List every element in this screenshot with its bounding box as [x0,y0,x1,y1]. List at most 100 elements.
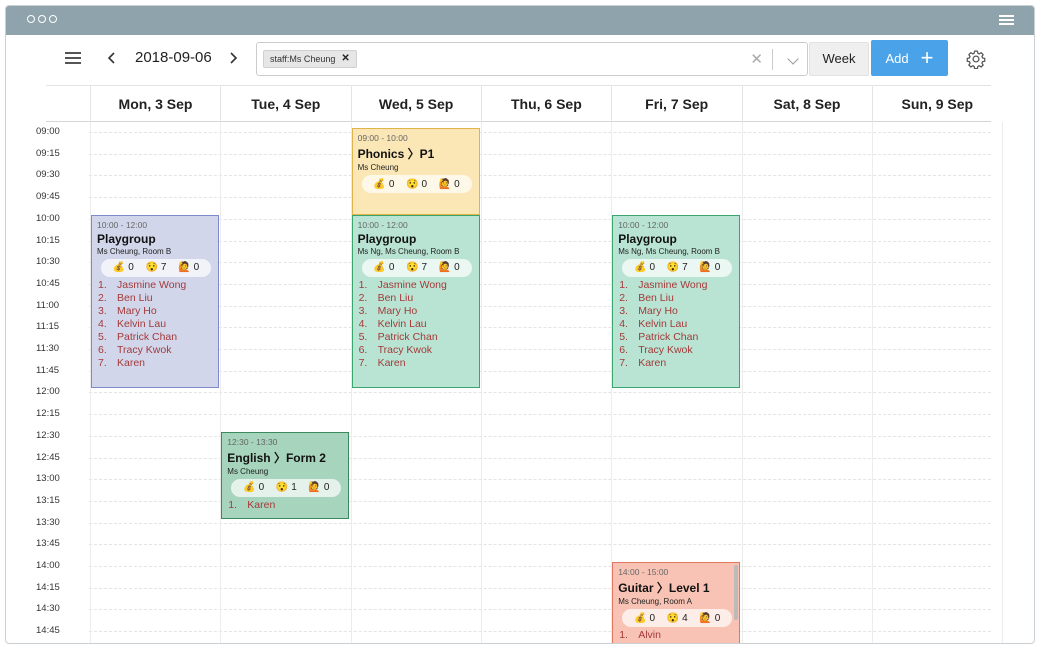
event-title: Guitar 〉Level 1 [618,581,710,595]
attendee-name: Tracy Kwok [117,343,172,356]
event-card[interactable]: 14:00 - 15:00 Guitar 〉Level 1 Ms Cheung, R… [612,562,741,643]
attendee-name: Karen [377,356,406,369]
calendar-toolbar: 2018-09-06 staff:Ms Cheung ✕ ✕ Week Add … [6,35,1034,85]
attendee-name: Patrick Chan [638,330,699,343]
stat-value: 0 [323,482,330,494]
gear-icon[interactable] [966,49,986,69]
time-label: 12:15 [36,408,60,420]
day-header[interactable]: Tue, 4 Sep [220,86,350,122]
event-time: 09:00 - 10:00 [357,133,408,143]
event-card[interactable]: 10:00 - 12:00 Playgroup Ms Cheung, Room B 💰… [91,214,219,389]
attendee-item[interactable]: 4. Kelvin Lau [618,318,734,331]
window-dot-icon[interactable] [38,15,46,23]
attendee-item[interactable]: 1. Karen [227,499,343,512]
attendee-item[interactable]: 5. Patrick Chan [358,331,474,344]
attendee-item[interactable]: 6. Tracy Kwok [618,344,734,357]
time-label: 11:00 [36,299,60,311]
attendee-item[interactable]: 6. Tracy Kwok [97,344,213,357]
stat-value: 1 [291,482,297,494]
event-staff: Ms Ng, Ms Cheung, Room B [618,246,720,256]
event-card[interactable]: 09:00 - 10:00 Phonics 〉P1 Ms Cheung 💰 0 😯 0 🙋 0 [351,128,480,215]
day-header[interactable]: Sat, 8 Sep [741,86,872,122]
attendee-item[interactable]: 7. Karen [358,357,474,370]
day-header[interactable]: Mon, 3 Sep [90,86,220,122]
attendee-item[interactable]: 6. Tracy Kwok [358,344,474,357]
attendee-number: 2. [619,291,628,304]
stat-item: 🙋 0 [308,482,329,493]
time-grid: 09:00 09:15 09:30 09:45 10:00 10:15 10:30 10:45… [6,122,1034,643]
stat-value: 0 [454,262,460,274]
attendee-list: 1. Jasmine Wong 2. Ben Liu 3. Mary Ho 4. Kelvin… [358,279,474,370]
day-header[interactable]: Thu, 6 Sep [480,86,611,122]
raised-hand-icon: 🙋 [699,612,712,624]
attendee-item[interactable]: 2. Ben Liu [618,292,734,305]
time-label: 14:45 [36,625,60,637]
attendee-item[interactable]: 1. Jasmine Wong [97,279,213,292]
attendee-name: Mary Ho [638,304,678,317]
attendee-item[interactable]: 7. Karen [618,357,734,370]
event-stats: 💰 0 😯 1 🙋 0 [231,478,342,497]
stat-value: 0 [454,178,460,190]
attendee-item[interactable]: 5. Patrick Chan [97,331,213,344]
attendee-number: 4. [98,317,107,330]
time-label: 09:45 [36,191,60,203]
attendee-item[interactable]: 1. Alvin [618,629,734,642]
attendee-item[interactable]: 4. Kelvin Lau [358,318,474,331]
raised-hand-icon: 🙋 [699,262,712,274]
menu-icon[interactable] [999,15,1014,26]
window-dot-icon[interactable] [49,15,57,23]
stat-value: 0 [258,482,265,494]
attendee-item[interactable]: 3. Mary Ho [97,305,213,318]
attendee-item[interactable]: 2. Ben Liu [358,292,474,305]
event-title: Playgroup [97,231,156,246]
attendee-number: 7. [358,356,368,369]
event-stats: 💰 0 😯 4 🙋 0 [622,609,733,627]
attendee-number: 3. [358,304,368,317]
chevron-down-icon[interactable] [787,53,799,65]
window-dot-icon[interactable] [27,15,35,23]
grid-line [89,392,991,394]
event-card[interactable]: 10:00 - 12:00 Playgroup Ms Ng, Ms Cheung, … [612,214,741,389]
day-header[interactable]: Fri, 7 Sep [611,86,741,122]
next-week-button[interactable] [223,46,243,70]
event-card[interactable]: 10:00 - 12:00 Playgroup Ms Ng, Ms Cheung, … [351,214,480,389]
grid-line [89,262,991,264]
attendee-item[interactable]: 3. Mary Ho [618,305,734,318]
attendee-item[interactable]: 2. Ben Liu [97,292,213,305]
week-view-button[interactable]: Week [809,42,869,76]
event-stats: 💰 0 😯 7 🙋 0 [101,258,211,277]
event-title: Phonics 〉P1 [357,147,435,161]
attendee-name: Karen [638,356,667,369]
prev-week-button[interactable] [102,46,122,70]
day-header[interactable]: Wed, 5 Sep [350,86,481,122]
chip-remove-icon[interactable]: ✕ [341,51,349,67]
attendee-item[interactable]: 2.Karen [618,642,734,643]
attendee-number: 7. [98,356,107,369]
attendee-item[interactable]: 3. Mary Ho [358,305,474,318]
raised-hand-icon: 🙋 [178,262,191,274]
hamburger-menu-icon[interactable] [65,52,81,64]
attendee-name: Ben Liu [117,291,153,304]
grid-line [89,153,991,155]
stat-value: 0 [714,262,721,274]
clear-filter-icon[interactable]: ✕ [750,50,763,68]
event-card[interactable]: 12:30 - 13:30 English 〉Form 2 Ms Cheung 💰 0 😯… [221,431,350,519]
grid-line [89,370,991,372]
add-button[interactable]: Add + [871,40,948,76]
attendee-item[interactable]: 4. Kelvin Lau [97,318,213,331]
attendee-item[interactable]: 1. Jasmine Wong [618,279,734,292]
attendee-item[interactable]: 1. Jasmine Wong [358,279,474,292]
day-header[interactable]: Sun, 9 Sep [871,86,1002,122]
attendee-number: 4. [358,317,368,330]
current-date[interactable]: 2018-09-06 [135,49,212,66]
attendee-item[interactable]: 5. Patrick Chan [618,331,734,344]
window-controls[interactable] [27,15,57,23]
filter-input[interactable]: staff:Ms Cheung ✕ ✕ [256,42,808,76]
time-label: 11:30 [36,343,60,354]
filter-chip: staff:Ms Cheung ✕ [263,50,357,68]
scrollbar[interactable] [734,565,739,620]
day-header-row: Mon, 3 Sep Tue, 4 Sep Wed, 5 Sep Thu, 6 Sep… [46,85,991,122]
attendee-item[interactable]: 7. Karen [97,357,213,370]
stat-value: 0 [193,262,200,274]
attendee-number: 7. [619,356,628,369]
